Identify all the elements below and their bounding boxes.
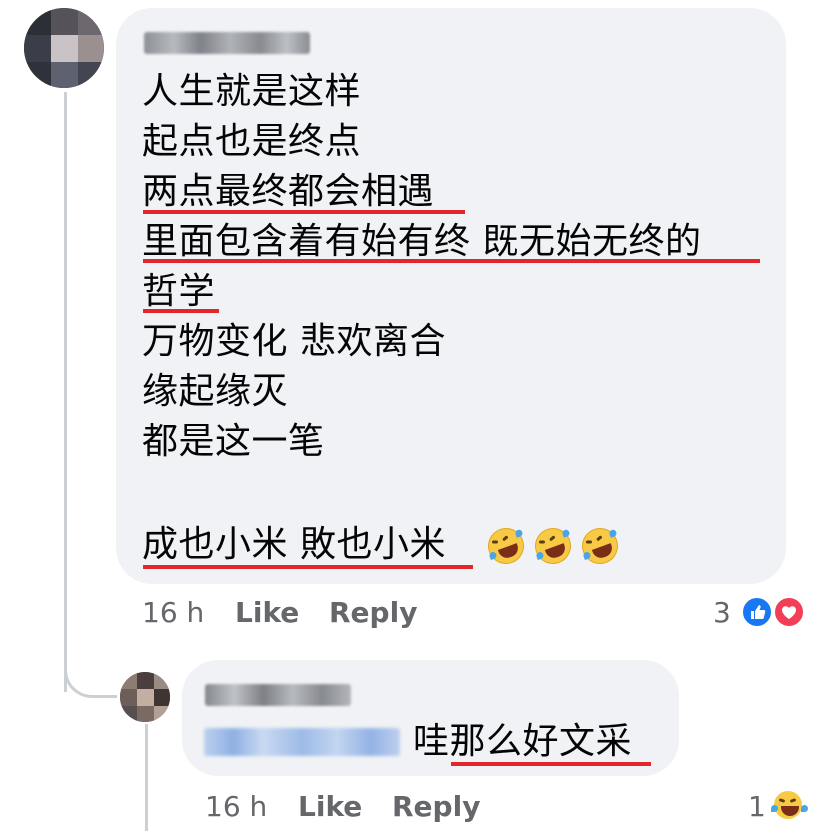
red-underline bbox=[143, 259, 760, 263]
comment-line: 哲学 bbox=[142, 271, 216, 312]
reply-text: 哇那么好文采 bbox=[413, 721, 633, 762]
comment-line: 起点也是终点 bbox=[142, 121, 362, 162]
reply-button[interactable]: Reply bbox=[329, 596, 417, 629]
comment-line: 万物变化 悲欢离合 bbox=[142, 321, 446, 362]
comment-line: 缘起缘灭 bbox=[142, 371, 289, 412]
reply-thread-line bbox=[145, 724, 148, 831]
reply-connector bbox=[64, 650, 117, 698]
thread-line bbox=[64, 92, 67, 692]
avatar[interactable] bbox=[120, 672, 170, 722]
red-underline bbox=[143, 210, 465, 214]
laughing-reaction-icon bbox=[771, 789, 808, 821]
like-reaction-icon bbox=[741, 596, 773, 628]
red-underline bbox=[143, 309, 219, 313]
reply-timestamp[interactable]: 16 h bbox=[205, 790, 267, 823]
reaction-count[interactable]: 3 bbox=[713, 596, 731, 629]
reply-like-button[interactable]: Like bbox=[298, 790, 362, 823]
red-underline bbox=[451, 762, 651, 766]
reply-reply-button[interactable]: Reply bbox=[392, 790, 480, 823]
avatar[interactable] bbox=[24, 8, 104, 88]
love-reaction-icon bbox=[773, 596, 805, 628]
comment-line: 人生就是这样 bbox=[142, 71, 362, 112]
reply-reaction-count[interactable]: 1 bbox=[748, 790, 766, 823]
reply-author-name-redacted[interactable] bbox=[205, 684, 351, 706]
author-name-redacted[interactable] bbox=[144, 32, 310, 54]
comment-line: 都是这一笔 bbox=[142, 421, 325, 462]
mention-tag-redacted[interactable] bbox=[204, 728, 400, 756]
like-button[interactable]: Like bbox=[235, 596, 299, 629]
comment-line: 成也小米 敗也小米 bbox=[142, 524, 446, 565]
comment-timestamp[interactable]: 16 h bbox=[142, 596, 204, 629]
comment-line: 里面包含着有始有终 既无始无终的 bbox=[142, 221, 702, 262]
red-underline bbox=[143, 565, 473, 569]
comment-line: 两点最终都会相遇 bbox=[142, 171, 435, 212]
